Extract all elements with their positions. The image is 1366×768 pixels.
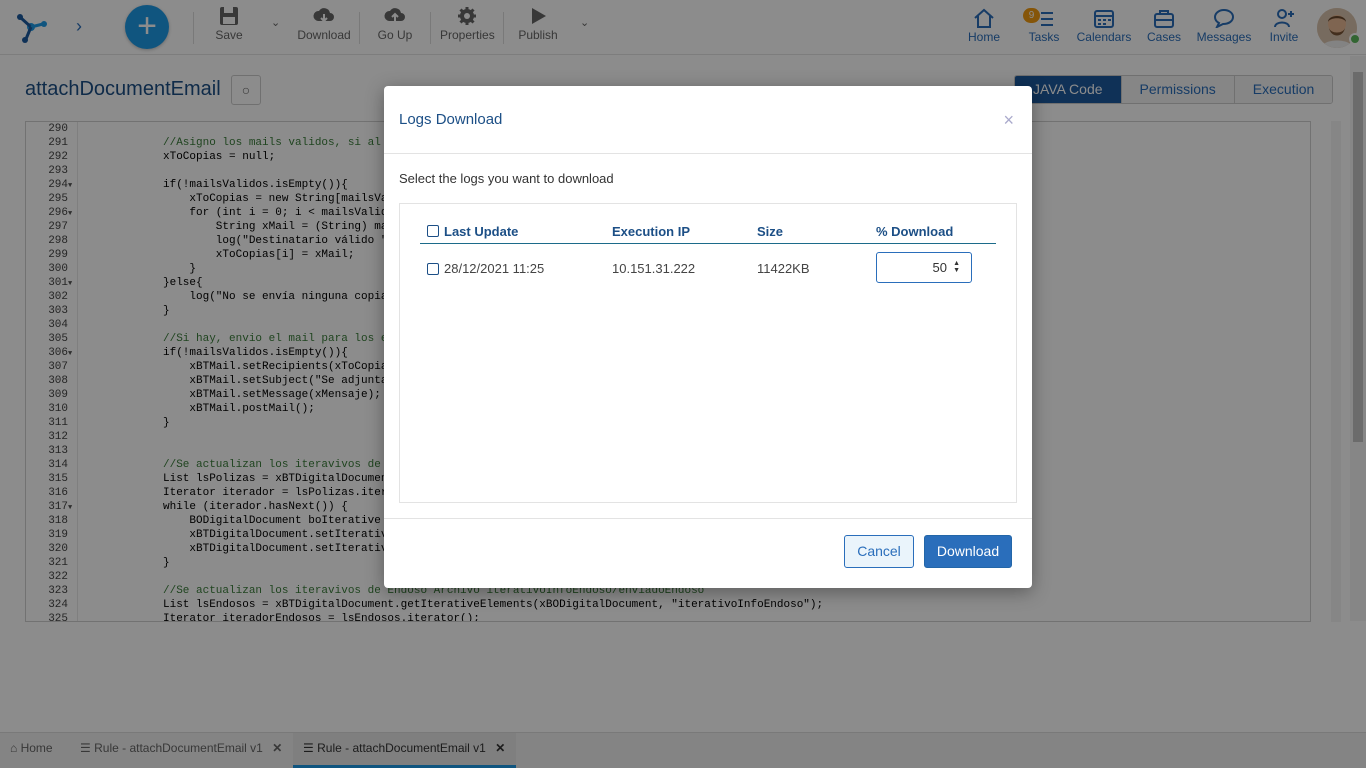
select-all-checkbox[interactable] [427,225,439,237]
header-underline [420,243,996,244]
column-header-execution-ip[interactable]: Execution IP [612,224,690,239]
stepper-arrows-icon[interactable]: ▲ ▼ [953,260,960,274]
percent-download-stepper[interactable]: 50 ▲ ▼ [876,252,972,283]
row-checkbox[interactable] [427,263,439,275]
logs-table: Last Update Execution IP Size % Download… [399,203,1017,503]
dialog-header: Logs Download × [384,86,1032,154]
download-button[interactable]: Download [924,535,1012,568]
cell-size: 11422KB [757,261,810,276]
cell-last-update: 28/12/2021 11:25 [444,261,545,276]
close-icon[interactable]: × [1003,110,1014,131]
dialog-footer-divider [384,518,1032,519]
percent-download-value: 50 [932,260,947,275]
dialog-title: Logs Download [399,111,503,128]
cancel-button[interactable]: Cancel [844,535,914,568]
column-header-last-update[interactable]: Last Update [444,224,518,239]
column-header-percent-download[interactable]: % Download [876,224,953,239]
column-header-size[interactable]: Size [757,224,783,239]
dialog-instructions: Select the logs you want to download [399,171,614,186]
logs-download-dialog: Logs Download × Select the logs you want… [384,86,1032,588]
cell-execution-ip: 10.151.31.222 [612,261,696,276]
